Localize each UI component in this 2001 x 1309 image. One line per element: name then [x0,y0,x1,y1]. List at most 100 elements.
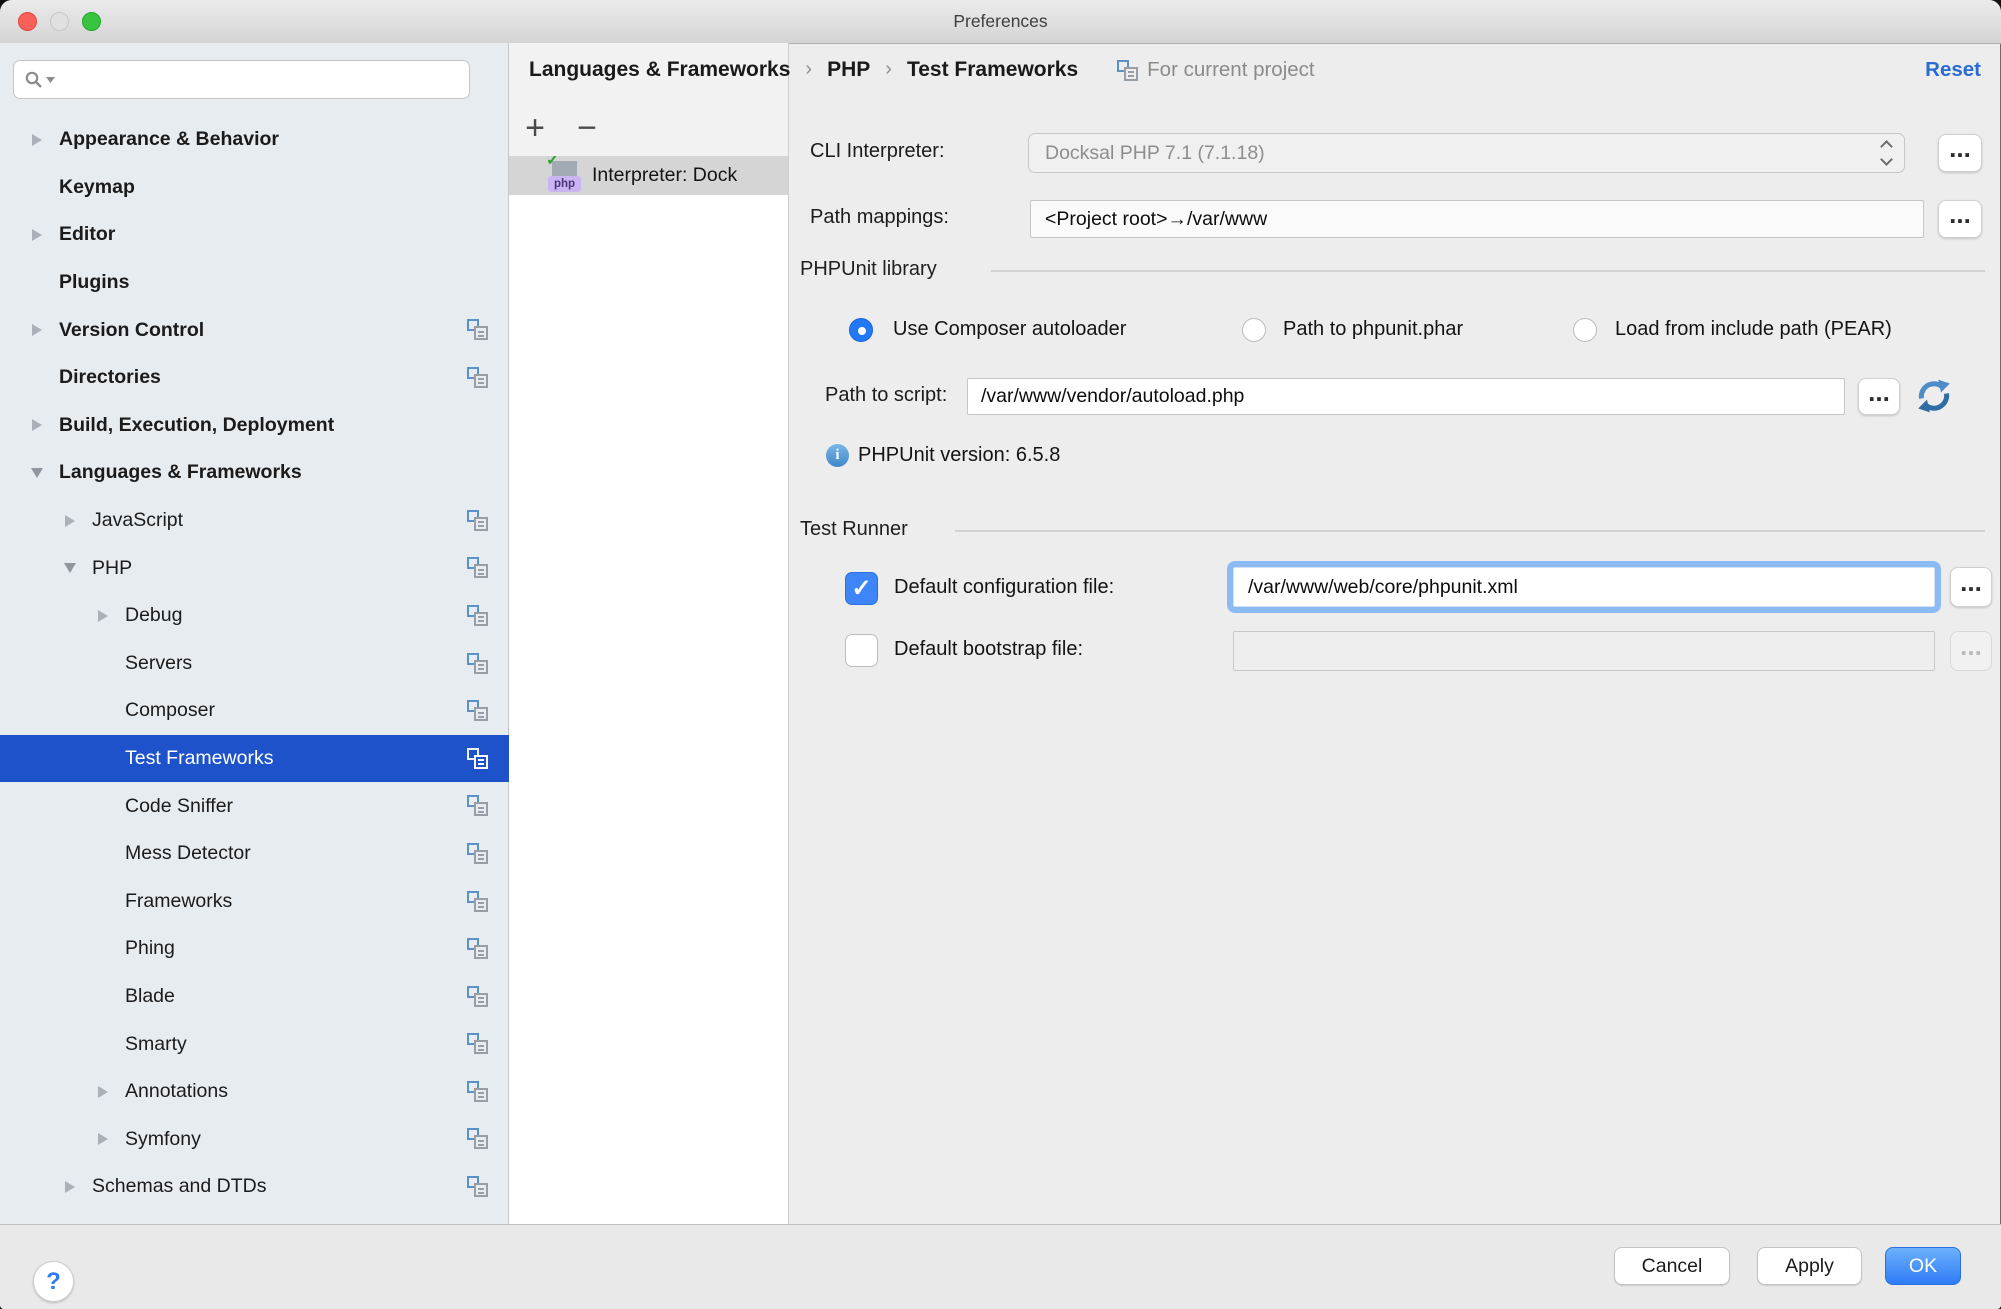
sidebar-item-annotations[interactable]: Annotations [0,1068,509,1116]
chevron-collapsed-icon[interactable] [22,306,52,354]
sidebar-item-mess-detector[interactable]: Mess Detector [0,830,509,878]
help-button[interactable]: ? [33,1261,74,1302]
phpunit-library-section-title: PHPUnit library [800,258,937,281]
per-project-settings-icon [467,557,488,578]
sidebar-tree: Appearance & BehaviorKeymapEditorPlugins… [0,116,509,1211]
per-project-settings-icon [467,843,488,864]
arrow-spacer [22,164,52,212]
breadcrumb-languages-frameworks[interactable]: Languages & Frameworks [529,58,790,82]
sidebar-item-label: PHP [92,557,132,580]
default-configuration-browse-button[interactable]: ... [1950,567,1992,607]
sidebar-item-label: Blade [125,985,175,1008]
path-to-script-browse-button[interactable]: ... [1858,378,1900,415]
arrow-spacer [88,640,118,688]
search-box[interactable] [13,60,470,99]
default-configuration-checkbox[interactable]: ✓ [845,572,878,605]
per-project-settings-icon [467,1033,488,1054]
window-title: Preferences [0,0,2001,43]
per-project-settings-icon [467,700,488,721]
chevron-expanded-icon[interactable] [22,449,52,497]
chevron-collapsed-icon[interactable] [22,116,52,164]
sidebar-item-schemas-and-dtds[interactable]: Schemas and DTDs [0,1163,509,1211]
reset-link[interactable]: Reset [1925,53,1981,87]
section-divider [955,530,1985,532]
breadcrumb-php[interactable]: PHP [827,58,870,82]
per-project-settings-icon [467,986,488,1007]
cli-interpreter-browse-button[interactable]: ... [1938,134,1982,172]
interpreter-list-item[interactable]: ✓ php Interpreter: Dock [509,156,788,195]
search-input[interactable] [61,68,469,91]
chevron-collapsed-icon[interactable] [88,1115,118,1163]
search-icon [24,70,55,90]
sidebar-item-label: Servers [125,652,192,675]
sidebar-item-label: Schemas and DTDs [92,1175,266,1198]
sidebar-item-composer[interactable]: Composer [0,687,509,735]
sidebar-item-label: Composer [125,699,215,722]
sidebar-item-test-frameworks[interactable]: Test Frameworks [0,735,509,783]
default-bootstrap-checkbox[interactable] [845,634,878,667]
ok-button[interactable]: OK [1885,1247,1961,1285]
stepper-icon[interactable] [1880,140,1896,166]
per-project-settings-icon [467,319,488,340]
sidebar-item-blade[interactable]: Blade [0,973,509,1021]
arrow-spacer [88,878,118,926]
radio-label-composer: Use Composer autoloader [893,318,1126,341]
breadcrumb: Languages & Frameworks › PHP › Test Fram… [529,53,1315,87]
chevron-collapsed-icon[interactable] [88,592,118,640]
arrow-spacer [88,925,118,973]
per-project-settings-icon [467,510,488,531]
radio-path-to-phpunit-phar[interactable] [1242,318,1266,342]
radio-load-from-include-path[interactable] [1573,318,1597,342]
sidebar-item-frameworks[interactable]: Frameworks [0,878,509,926]
chevron-collapsed-icon[interactable] [88,1068,118,1116]
add-button[interactable]: + [517,110,553,146]
sidebar-item-phing[interactable]: Phing [0,925,509,973]
sidebar-item-php[interactable]: PHP [0,544,509,592]
path-mappings-field[interactable]: <Project root>→/var/www [1030,200,1924,238]
per-project-settings-icon [467,938,488,959]
sidebar-item-build-execution-deployment[interactable]: Build, Execution, Deployment [0,402,509,450]
radio-use-composer-autoloader[interactable] [849,318,873,342]
default-configuration-value: /var/www/web/core/phpunit.xml [1248,576,1518,599]
interpreters-panel: + − ✓ php Interpreter: Dock [509,43,789,1224]
cancel-button[interactable]: Cancel [1614,1247,1730,1285]
path-to-script-input[interactable]: /var/www/vendor/autoload.php [967,378,1845,415]
sidebar-item-javascript[interactable]: JavaScript [0,497,509,545]
breadcrumb-test-frameworks[interactable]: Test Frameworks [907,58,1078,82]
per-project-settings-icon [467,1176,488,1197]
arrow-spacer [22,259,52,307]
test-runner-section-title: Test Runner [800,518,908,541]
sidebar-item-label: JavaScript [92,509,183,532]
sidebar-item-debug[interactable]: Debug [0,592,509,640]
sidebar-item-label: Test Frameworks [125,747,273,770]
cli-interpreter-label: CLI Interpreter: [810,140,945,163]
default-configuration-label: Default configuration file: [894,576,1114,599]
default-bootstrap-browse-button[interactable]: ... [1950,631,1992,671]
sidebar-item-plugins[interactable]: Plugins [0,259,509,307]
footer-bar: ? Cancel Apply OK [0,1224,2001,1309]
chevron-collapsed-icon[interactable] [22,402,52,450]
remove-button[interactable]: − [569,110,605,146]
default-configuration-input[interactable]: /var/www/web/core/phpunit.xml [1233,567,1935,607]
chevron-expanded-icon[interactable] [55,544,85,592]
chevron-collapsed-icon[interactable] [55,1163,85,1211]
sidebar-item-keymap[interactable]: Keymap [0,164,509,212]
cli-interpreter-select[interactable]: Docksal PHP 7.1 (7.1.18) [1028,133,1905,173]
chevron-collapsed-icon[interactable] [55,497,85,545]
path-mappings-browse-button[interactable]: ... [1938,200,1982,238]
cli-interpreter-value: Docksal PHP 7.1 (7.1.18) [1045,142,1265,165]
sidebar-item-servers[interactable]: Servers [0,640,509,688]
path-mappings-label: Path mappings: [810,206,949,229]
default-bootstrap-input[interactable] [1233,631,1935,671]
sidebar-item-languages-frameworks[interactable]: Languages & Frameworks [0,449,509,497]
apply-button[interactable]: Apply [1757,1247,1862,1285]
sidebar-item-code-sniffer[interactable]: Code Sniffer [0,782,509,830]
reload-icon[interactable] [1914,376,1954,416]
chevron-collapsed-icon[interactable] [22,211,52,259]
sidebar-item-smarty[interactable]: Smarty [0,1020,509,1068]
sidebar-item-directories[interactable]: Directories [0,354,509,402]
sidebar-item-editor[interactable]: Editor [0,211,509,259]
sidebar-item-version-control[interactable]: Version Control [0,306,509,354]
sidebar-item-appearance-behavior[interactable]: Appearance & Behavior [0,116,509,164]
sidebar-item-symfony[interactable]: Symfony [0,1115,509,1163]
